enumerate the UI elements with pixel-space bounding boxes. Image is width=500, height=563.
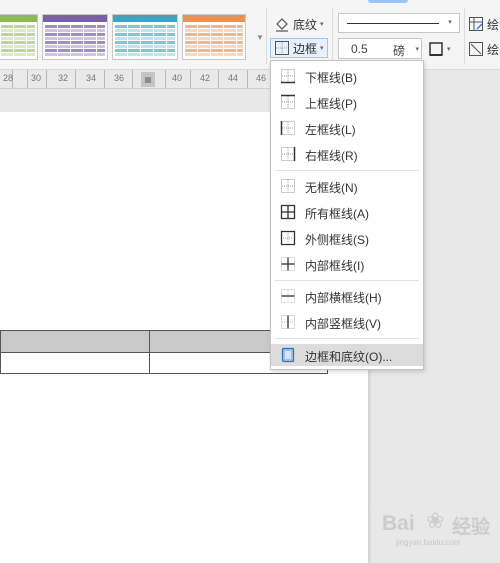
paw-logo-icon: ❀ bbox=[426, 508, 445, 533]
divider bbox=[464, 8, 465, 64]
menu-item-outside-borders[interactable]: 外侧框线(S) bbox=[271, 227, 423, 249]
style-gallery-more-button[interactable]: ▾ bbox=[254, 14, 266, 60]
eraser-button[interactable]: 绘 bbox=[468, 39, 499, 59]
menu-item-label: 右框线(R) bbox=[305, 149, 358, 163]
table-style-orange[interactable] bbox=[182, 14, 246, 60]
menu-item-label: 下框线(B) bbox=[305, 71, 357, 85]
menu-item-label: 内部横框线(H) bbox=[305, 291, 382, 305]
divider bbox=[266, 8, 267, 64]
inside-horizontal-border-icon bbox=[281, 289, 295, 303]
active-tab-indicator bbox=[368, 0, 408, 3]
chevron-down-icon: ▾ bbox=[415, 46, 419, 53]
shading-label: 底纹 bbox=[293, 17, 318, 32]
inside-vertical-border-icon bbox=[281, 315, 295, 329]
menu-separator bbox=[275, 170, 419, 171]
ruler-label: 30 bbox=[31, 73, 42, 83]
baidu-jingyan-watermark: Bai ❀ 经验 jingyan.baidu.com bbox=[382, 508, 494, 548]
ruler-label: 40 bbox=[172, 73, 183, 83]
pen-color-icon bbox=[429, 42, 443, 56]
eraser-label: 绘 bbox=[487, 42, 500, 57]
menu-separator bbox=[275, 280, 419, 281]
menu-item-borders-and-shading[interactable]: 边框和底纹(O)... bbox=[271, 344, 423, 366]
ruler-label: 32 bbox=[58, 73, 69, 83]
menu-item-top-border[interactable]: 上框线(P) bbox=[271, 91, 423, 113]
left-border-icon bbox=[280, 121, 295, 135]
border-icon bbox=[275, 41, 289, 55]
divider bbox=[332, 8, 333, 64]
menu-item-label: 内部竖框线(V) bbox=[305, 317, 381, 331]
menu-item-label: 外侧框线(S) bbox=[305, 233, 369, 247]
line-style-select[interactable]: ▾ bbox=[338, 13, 460, 33]
table-style-teal[interactable] bbox=[112, 14, 178, 60]
borders-and-shading-icon bbox=[281, 347, 295, 363]
watermark-text: 经验 bbox=[452, 517, 491, 538]
ruler-label: 34 bbox=[86, 73, 97, 83]
horizontal-ruler: 28 30 32 34 36 ▦ 40 42 44 46 bbox=[0, 70, 270, 89]
table-cell[interactable] bbox=[0, 351, 150, 374]
menu-item-inside-horizontal[interactable]: 内部横框线(H) bbox=[271, 285, 423, 307]
inside-borders-icon bbox=[281, 257, 295, 271]
menu-item-inside-borders[interactable]: 内部框线(I) bbox=[271, 253, 423, 275]
ruler-label: 42 bbox=[200, 73, 211, 83]
border-color-button[interactable]: ▾ bbox=[428, 39, 451, 59]
menu-item-label: 内部框线(I) bbox=[305, 259, 365, 273]
borders-label: 边框 bbox=[293, 41, 318, 56]
line-weight-select[interactable]: 0.5 磅 ▾ bbox=[338, 38, 422, 59]
bottom-border-icon bbox=[281, 69, 295, 84]
menu-item-label: 左框线(L) bbox=[305, 123, 356, 137]
menu-item-no-border[interactable]: 无框线(N) bbox=[271, 175, 423, 197]
outside-borders-icon bbox=[280, 230, 296, 246]
ribbon-toolbar: ▾ 底纹 ▾ 边框 ▾ ▾ 0.5 磅 ▾ ▾ 绘 绘 bbox=[0, 0, 500, 70]
ruler-label: 28 bbox=[3, 73, 14, 83]
borders-button[interactable]: 边框 ▾ bbox=[270, 38, 328, 58]
top-border-icon bbox=[281, 94, 295, 109]
line-weight-unit: 磅 bbox=[393, 44, 406, 58]
ruler-label: 44 bbox=[228, 73, 239, 83]
all-borders-icon bbox=[280, 204, 296, 220]
draw-table-label: 绘 bbox=[487, 17, 500, 32]
chevron-down-icon: ▾ bbox=[320, 21, 324, 28]
paint-bucket-icon bbox=[276, 18, 288, 32]
watermark-text: Bai bbox=[382, 512, 415, 535]
table-style-purple[interactable] bbox=[42, 14, 108, 60]
menu-separator bbox=[275, 338, 419, 339]
menu-item-label: 边框和底纹(O)... bbox=[305, 350, 393, 364]
menu-item-all-borders[interactable]: 所有框线(A) bbox=[271, 201, 423, 223]
draw-table-button[interactable]: 绘 bbox=[468, 14, 499, 34]
menu-item-inside-vertical[interactable]: 内部竖框线(V) bbox=[271, 311, 423, 333]
borders-dropdown-menu: 下框线(B) 上框线(P) 左框线(L) 右框线(R) 无框线(N) 所有框线(… bbox=[270, 60, 424, 370]
table-cell[interactable] bbox=[0, 330, 150, 353]
ruler-label: 46 bbox=[256, 73, 267, 83]
menu-item-left-border[interactable]: 左框线(L) bbox=[271, 117, 423, 139]
chevron-down-icon: ▾ bbox=[448, 19, 452, 26]
draw-table-icon bbox=[469, 17, 483, 31]
chevron-down-icon: ▾ bbox=[320, 45, 324, 52]
menu-item-bottom-border[interactable]: 下框线(B) bbox=[271, 65, 423, 87]
no-border-icon bbox=[281, 179, 295, 193]
eraser-icon bbox=[469, 42, 483, 56]
menu-item-right-border[interactable]: 右框线(R) bbox=[271, 143, 423, 165]
menu-item-label: 无框线(N) bbox=[305, 181, 358, 195]
menu-item-label: 所有框线(A) bbox=[305, 207, 369, 221]
chevron-down-icon: ▾ bbox=[447, 46, 451, 53]
line-weight-value: 0.5 bbox=[351, 42, 368, 56]
shading-button[interactable]: 底纹 ▾ bbox=[274, 14, 324, 34]
ruler-column-marker[interactable]: ▦ bbox=[141, 72, 155, 87]
watermark-url: jingyan.baidu.com bbox=[396, 538, 461, 547]
ruler-label: 36 bbox=[114, 73, 125, 83]
right-border-icon bbox=[281, 147, 296, 161]
menu-item-label: 上框线(P) bbox=[305, 97, 357, 111]
table-style-green[interactable] bbox=[0, 14, 38, 60]
